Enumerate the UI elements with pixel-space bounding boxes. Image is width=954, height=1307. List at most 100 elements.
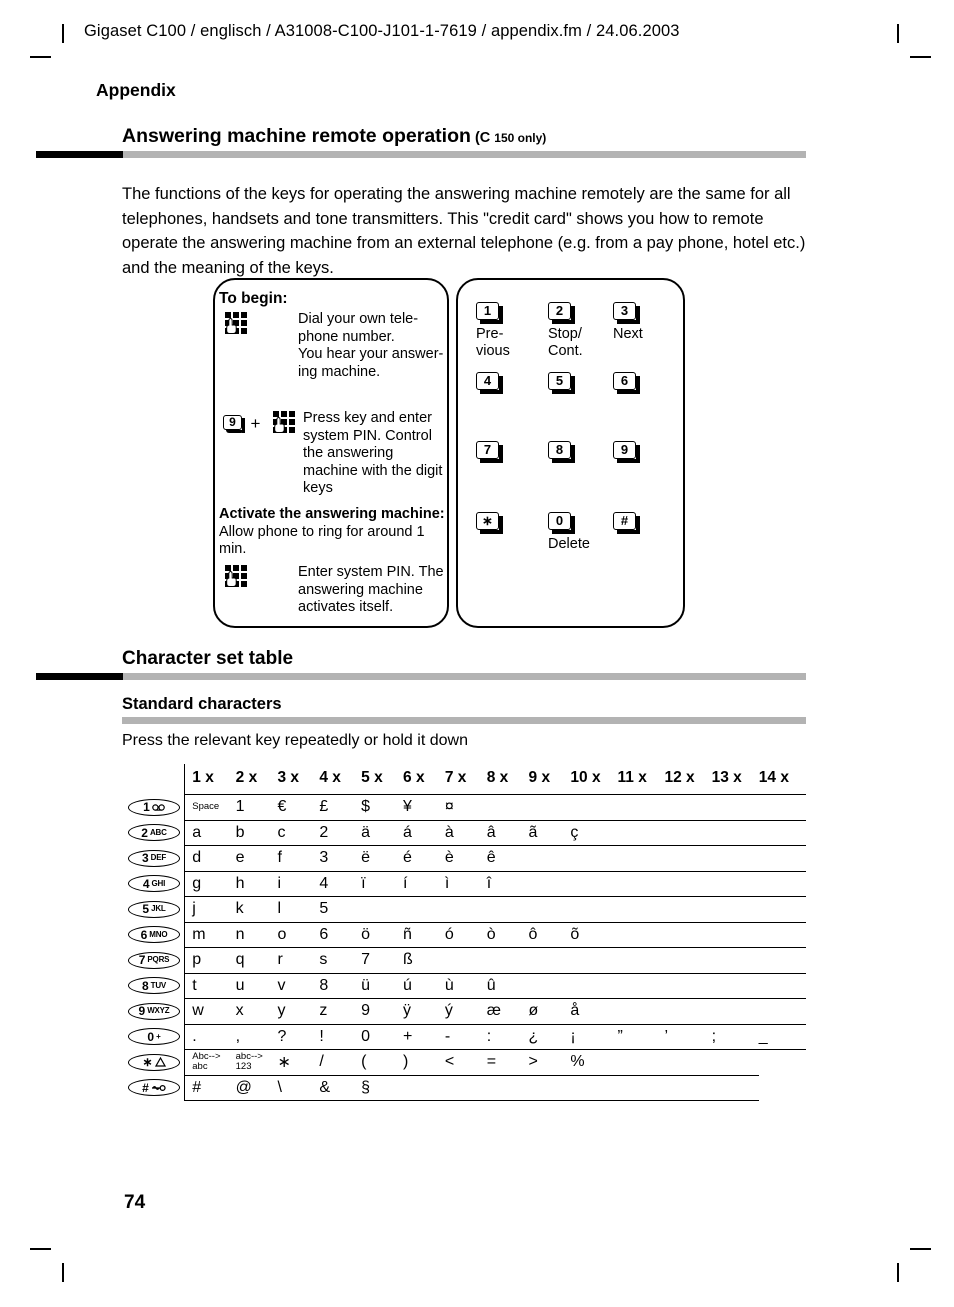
charset-cell xyxy=(570,870,618,897)
charset-cell xyxy=(711,845,759,871)
instruction-step-3-text: Enter system PIN. The answering machine … xyxy=(298,564,444,615)
charset-cell: _ xyxy=(758,1023,806,1050)
charset-cell: m xyxy=(184,921,236,948)
charset-cell: - xyxy=(444,1023,487,1050)
charset-row-key-badge[interactable]: ∗ xyxy=(128,1050,185,1076)
charset-table-row: 7 PQRS p q r s 7 ß xyxy=(128,947,806,974)
charset-cell: h xyxy=(235,870,278,897)
crop-mark-bottom-left-vertical xyxy=(62,1263,64,1282)
charset-cell: + xyxy=(403,1023,445,1050)
charset-cell xyxy=(570,845,618,871)
charset-cell: ü xyxy=(361,972,404,999)
keypad-key-4[interactable]: 4 xyxy=(476,372,503,394)
keypad-key-label: 5 xyxy=(548,372,571,390)
keypad-hand-icon xyxy=(225,565,248,588)
charset-row-key-badge[interactable]: 2 ABC xyxy=(128,820,185,846)
charset-cell: ; xyxy=(711,1023,759,1050)
charset-column-header: 9 x xyxy=(528,769,551,786)
key-oval-letters: DEF xyxy=(150,853,167,863)
charset-row-key-badge[interactable]: 7 PQRS xyxy=(128,948,185,974)
charset-cell: \ xyxy=(277,1074,320,1101)
remote-operation-heading-suffix: (C 150 only) xyxy=(471,130,546,146)
charset-cell xyxy=(403,896,445,922)
crop-mark-top-left-horizontal xyxy=(30,56,51,58)
key-shadow-bottom xyxy=(479,530,502,534)
charset-cell xyxy=(617,947,665,973)
charset-row-key-badge[interactable]: 4 GHI xyxy=(128,871,185,897)
charset-cell xyxy=(617,972,665,999)
charset-cell: ù xyxy=(444,972,487,999)
instruction-step-2-text: Press key and enter system PIN. Control … xyxy=(303,410,443,496)
charset-cell: ? xyxy=(277,1023,320,1050)
charset-cell: $ xyxy=(361,794,404,820)
charset-cell: ¿ xyxy=(528,1023,571,1050)
keypad-key-3[interactable]: 3 xyxy=(613,302,640,324)
key-shadow-bottom xyxy=(616,320,639,324)
keypad-key-star[interactable]: ∗ xyxy=(476,512,503,534)
charset-cell xyxy=(664,870,712,897)
charset-cell: ¤ xyxy=(444,794,487,820)
crop-mark-bottom-right-vertical xyxy=(897,1263,899,1282)
charset-cell xyxy=(528,896,571,922)
charset-cell: n xyxy=(235,921,278,948)
charset-row-key-badge[interactable]: 0 + xyxy=(128,1024,185,1050)
key-shadow-bottom xyxy=(479,390,502,394)
charset-row-key-badge[interactable]: 3 DEF xyxy=(128,846,185,872)
charset-cell: abc--> 123 xyxy=(235,1049,278,1075)
charset-cell xyxy=(758,921,806,948)
charset-cell: x xyxy=(235,998,278,1024)
key-oval: 7 PQRS xyxy=(128,951,180,969)
subheading-rule-standard xyxy=(122,717,806,724)
keypad-key-5[interactable]: 5 xyxy=(548,372,575,394)
charset-table-row: ∗ Abc--> abc abc--> 123 ∗ /() < = >% xyxy=(128,1049,806,1076)
charset-cell: y xyxy=(277,998,320,1024)
charset-row-key-badge[interactable]: # xyxy=(128,1075,185,1101)
keypad-key-function-label: Stop/ Cont. xyxy=(548,326,583,359)
charset-column-header: 4 x xyxy=(319,769,341,786)
charset-cell: ú xyxy=(403,972,445,999)
keypad-key-1[interactable]: 1 xyxy=(476,302,503,324)
credit-card-instructions-panel: To begin: Dial your own tele-phone numbe… xyxy=(213,278,449,628)
key-9-glyph[interactable]: 9 xyxy=(223,414,246,434)
charset-row-key-badge[interactable]: 1 xyxy=(128,795,185,821)
charset-row-key-badge[interactable]: 6 MNO xyxy=(128,922,185,948)
charset-cell xyxy=(570,972,618,999)
keypad-key-8[interactable]: 8 xyxy=(548,441,575,463)
key-oval: 1 xyxy=(128,798,180,816)
charset-cell: é xyxy=(403,845,445,871)
charset-row-key-badge[interactable]: 5 JKL xyxy=(128,897,185,923)
charset-cell: # xyxy=(184,1074,236,1101)
charset-cell: ö xyxy=(361,921,404,948)
charset-cell xyxy=(617,819,665,846)
charset-cell xyxy=(528,947,571,973)
charset-cell: b xyxy=(235,819,278,846)
keypad-key-hash[interactable]: # xyxy=(613,512,640,534)
standard-characters-subheading: Standard characters xyxy=(122,695,282,713)
keypad-key-7[interactable]: 7 xyxy=(476,441,503,463)
charset-cell: f xyxy=(277,845,320,871)
charset-cell xyxy=(711,921,759,948)
key-oval-letters: GHI xyxy=(151,878,166,888)
keypad-key-function-label: Next xyxy=(613,326,643,342)
charset-table-header-row: 1 x2 x 3 x 4 x 5 x 6 x 7 x 8 x 9 x 10 x 11 x 12 x 1… xyxy=(128,764,806,795)
running-header: Gigaset C100 / englisch / A31008-C100-J1… xyxy=(84,22,680,40)
charset-table-row: 9 WXYZ w x y z 9 ÿ ý æ ø å xyxy=(128,998,806,1025)
charset-cell xyxy=(758,896,806,922)
keypad-key-2[interactable]: 2 xyxy=(548,302,575,324)
charset-key-column-header xyxy=(128,764,185,795)
charset-row-key-badge[interactable]: 8 TUV xyxy=(128,973,185,999)
key-oval: 9 WXYZ xyxy=(128,1002,180,1020)
keypad-key-label: 8 xyxy=(548,441,571,459)
charset-cell xyxy=(486,1074,529,1101)
keypad-key-6[interactable]: 6 xyxy=(613,372,640,394)
charset-table-row: 8 TUV t u v 8 ü ú ù û xyxy=(128,972,806,999)
charset-row-key-badge[interactable]: 9 WXYZ xyxy=(128,999,185,1025)
charset-cell: % xyxy=(570,1049,618,1075)
key-shadow-bottom xyxy=(616,459,639,463)
charset-cell: è xyxy=(444,845,487,871)
charset-cell xyxy=(528,794,571,820)
keypad-key-0[interactable]: 0 xyxy=(548,512,575,534)
charset-column-header: 14 x xyxy=(758,769,789,786)
charset-cell xyxy=(758,947,806,973)
keypad-key-9[interactable]: 9 xyxy=(613,441,640,463)
